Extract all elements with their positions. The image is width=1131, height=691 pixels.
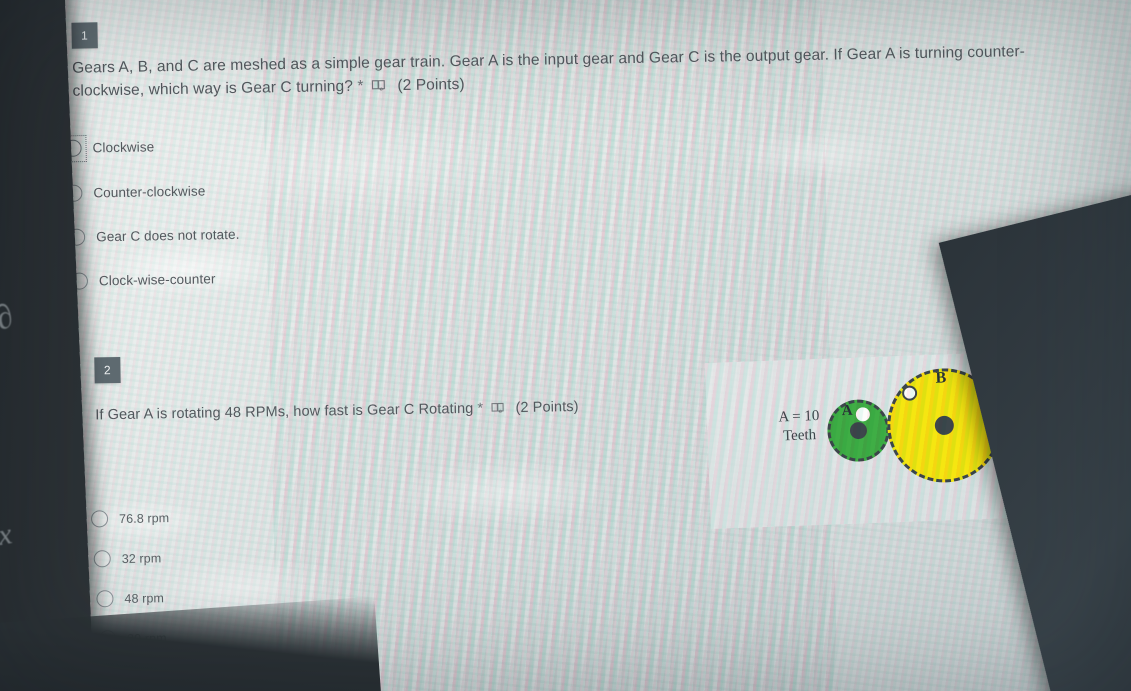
- radio-icon[interactable]: [93, 550, 111, 568]
- immersive-reader-icon[interactable]: [491, 400, 505, 423]
- q2-option-48-rpm[interactable]: 48 rpm: [96, 589, 165, 608]
- q1-option-clockwise-counter[interactable]: Clock-wise-counter: [70, 270, 216, 290]
- q1-option-label-2: Gear C does not rotate.: [96, 226, 240, 245]
- radio-icon[interactable]: [96, 590, 114, 608]
- q1-option-label-3: Clock-wise-counter: [98, 271, 216, 289]
- gear-a-hub: [849, 421, 868, 440]
- question-2-required-mark: *: [477, 400, 484, 417]
- question-2-text-line1: If Gear A is rotating 48 RPMs, how fast …: [95, 400, 474, 424]
- q1-option-label-0: Clockwise: [92, 139, 155, 156]
- screenshot-root: 1 Gears A, B, and C are meshed as a simp…: [0, 0, 1131, 691]
- q1-option-no-rotate[interactable]: Gear C does not rotate.: [68, 226, 240, 246]
- chalk-mark: /: [0, 429, 1, 477]
- q2-option-label-1: 32 rpm: [121, 550, 162, 566]
- question-2-points: (2 Points): [515, 398, 579, 417]
- chalk-mark: –x: [0, 517, 15, 555]
- question-1-text-line1: Gears A, B, and C are meshed as a simple…: [72, 43, 1026, 77]
- q2-option-label-0: 76.8 rpm: [118, 510, 170, 526]
- question-1-points: (2 Points): [397, 75, 465, 95]
- gear-b-marker-dot: [901, 385, 918, 401]
- q1-option-counter-clockwise[interactable]: Counter-clockwise: [65, 182, 206, 202]
- immersive-reader-icon[interactable]: [372, 77, 387, 100]
- q1-option-label-1: Counter-clockwise: [93, 183, 206, 201]
- radio-icon[interactable]: [90, 510, 109, 528]
- question-1-required-mark: *: [357, 77, 364, 95]
- quiz-form: 1 Gears A, B, and C are meshed as a simp…: [0, 0, 1131, 691]
- chalk-mark: ⌐: [0, 67, 3, 101]
- gear-b-hub: [934, 415, 955, 436]
- question-2-number-badge: 2: [94, 356, 121, 384]
- question-1-text-line2: clockwise, which way is Gear C turning?: [72, 77, 354, 100]
- gear-a-marker-dot: [855, 407, 871, 422]
- chalk-mark: ∂: [0, 297, 19, 338]
- q2-option-76-8-rpm[interactable]: 76.8 rpm: [90, 509, 170, 528]
- gear-a-label: A: [841, 402, 853, 420]
- q1-option-clockwise[interactable]: Clockwise: [59, 134, 155, 162]
- gear-b-label: B: [935, 369, 947, 387]
- question-1-number-badge: 1: [71, 22, 98, 49]
- q2-option-32-rpm[interactable]: 32 rpm: [93, 549, 162, 568]
- gear-a: A: [826, 398, 891, 463]
- question-2-text: If Gear A is rotating 48 RPMs, how fast …: [95, 392, 795, 430]
- q2-option-label-2: 48 rpm: [124, 590, 165, 606]
- question-1-text: Gears A, B, and C are meshed as a simple…: [72, 40, 1053, 106]
